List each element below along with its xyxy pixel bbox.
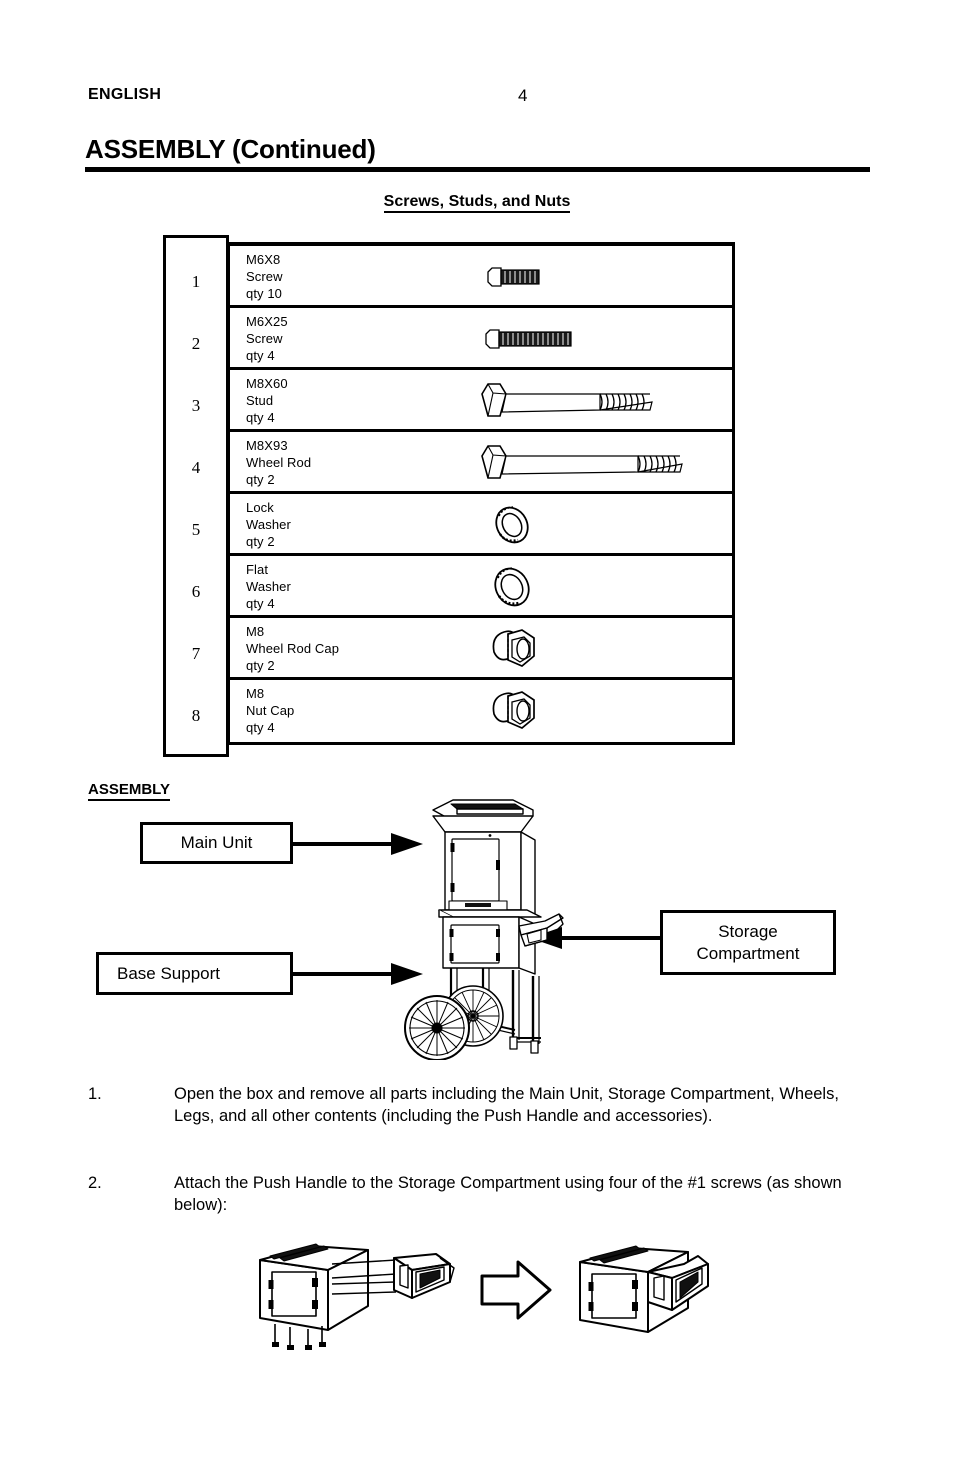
part-description: M8 Nut Cap qty 4 xyxy=(246,685,294,736)
table-row: M8X93 Wheel Rod qty 2 xyxy=(230,432,732,494)
part-name: M6X25 xyxy=(246,314,288,329)
table-row: M8X60 Stud qty 4 xyxy=(230,370,732,432)
part-name: Flat xyxy=(246,562,269,577)
part-qty: qty 10 xyxy=(246,286,283,301)
part-qty: qty 2 xyxy=(246,534,275,549)
part-description: M8 Wheel Rod Cap qty 2 xyxy=(246,623,339,674)
part-type: Wheel Rod Cap xyxy=(246,641,340,656)
parts-table: 1 2 3 4 5 6 7 8 M6X8 Screw qty 10 M6X25 … xyxy=(163,235,738,760)
part-name: M6X8 xyxy=(246,252,281,267)
title-divider xyxy=(85,167,870,172)
part-index: 8 xyxy=(191,706,201,725)
parts-index-column: 1 2 3 4 5 6 7 8 xyxy=(163,235,229,757)
popcorn-cart-illustration xyxy=(395,788,585,1061)
part-type: Screw xyxy=(246,331,283,346)
step-text: Attach the Push Handle to the Storage Co… xyxy=(174,1174,842,1214)
exploded-assembly xyxy=(259,1243,455,1350)
parts-rows: M6X8 Screw qty 10 M6X25 Screw qty 4 M8X6… xyxy=(227,242,735,745)
table-row: M8 Wheel Rod Cap qty 2 xyxy=(230,618,732,680)
part-qty: qty 2 xyxy=(246,472,275,487)
page-number: 4 xyxy=(518,86,528,105)
callout-base-support: Base Support xyxy=(96,952,293,995)
lock-washer-icon xyxy=(470,494,690,553)
part-type: Stud xyxy=(246,393,274,408)
part-description: M6X25 Screw qty 4 xyxy=(246,313,288,364)
step-text: Open the box and remove all parts includ… xyxy=(174,1085,839,1125)
callout-main-unit-label: Main Unit xyxy=(180,833,253,852)
hex-stud-long-icon xyxy=(470,370,690,429)
hex-bolt-short-icon xyxy=(470,246,690,305)
part-qty: qty 4 xyxy=(246,596,275,611)
hex-wheel-rod-icon xyxy=(470,432,690,491)
part-type: Nut Cap xyxy=(246,703,295,718)
assembled-result xyxy=(579,1245,709,1333)
flat-washer-icon xyxy=(470,556,690,615)
step-number: 1. xyxy=(88,1085,102,1103)
callout-storage-compartment: Storage Compartment xyxy=(660,910,836,975)
part-name: M8 xyxy=(246,624,265,639)
assembly-section-label: ASSEMBLY xyxy=(88,781,170,801)
part-index: 1 xyxy=(191,272,201,291)
part-type: Screw xyxy=(246,269,283,284)
cap-nut-icon xyxy=(470,680,690,742)
part-description: Lock Washer qty 2 xyxy=(246,499,291,550)
callout-storage-line-1: Storage xyxy=(718,921,778,941)
part-index: 6 xyxy=(191,582,201,601)
cap-nut-icon xyxy=(470,618,690,677)
table-row: M8 Nut Cap qty 4 xyxy=(230,680,732,742)
page-title: ASSEMBLY (Continued) xyxy=(85,134,376,164)
part-qty: qty 2 xyxy=(246,658,275,673)
part-index: 7 xyxy=(191,644,201,663)
table-row: M6X25 Screw qty 4 xyxy=(230,308,732,370)
part-type: Washer xyxy=(246,517,291,532)
part-qty: qty 4 xyxy=(246,348,275,363)
part-description: M6X8 Screw qty 10 xyxy=(246,251,283,302)
part-name: M8X60 xyxy=(246,376,288,391)
part-name: Lock xyxy=(246,500,274,515)
part-qty: qty 4 xyxy=(246,720,275,735)
step-number: 2. xyxy=(88,1174,102,1192)
callout-main-unit: Main Unit xyxy=(140,822,293,864)
part-type: Washer xyxy=(246,579,291,594)
callout-storage-compartment-label: Storage Compartment xyxy=(697,921,800,965)
part-index: 5 xyxy=(191,520,201,539)
table-row: Flat Washer qty 4 xyxy=(230,556,732,618)
parts-table-heading: Screws, Studs, and Nuts xyxy=(0,193,954,213)
part-description: M8X93 Wheel Rod qty 2 xyxy=(246,437,311,488)
callout-base-support-label: Base Support xyxy=(117,963,221,983)
part-index: 4 xyxy=(191,458,201,477)
part-index: 3 xyxy=(191,396,201,415)
part-index: 2 xyxy=(191,334,201,353)
language-label: ENGLISH xyxy=(88,86,162,103)
part-type: Wheel Rod xyxy=(246,455,312,470)
page-header: ENGLISH 4 xyxy=(88,86,868,108)
part-name: M8X93 xyxy=(246,438,288,453)
hex-bolt-medium-icon xyxy=(470,308,690,367)
parts-table-heading-text: Screws, Studs, and Nuts xyxy=(383,193,571,213)
table-row: Lock Washer qty 2 xyxy=(230,494,732,556)
part-qty: qty 4 xyxy=(246,410,275,425)
assembly-section-label-text: ASSEMBLY xyxy=(88,781,170,801)
part-description: Flat Washer qty 4 xyxy=(246,561,291,612)
process-arrow-icon xyxy=(480,1260,552,1320)
part-name: M8 xyxy=(246,686,265,701)
part-description: M8X60 Stud qty 4 xyxy=(246,375,288,426)
table-row: M6X8 Screw qty 10 xyxy=(230,246,732,308)
push-handle-attachment-diagram xyxy=(250,1238,720,1358)
callout-storage-line-2: Compartment xyxy=(696,943,800,963)
